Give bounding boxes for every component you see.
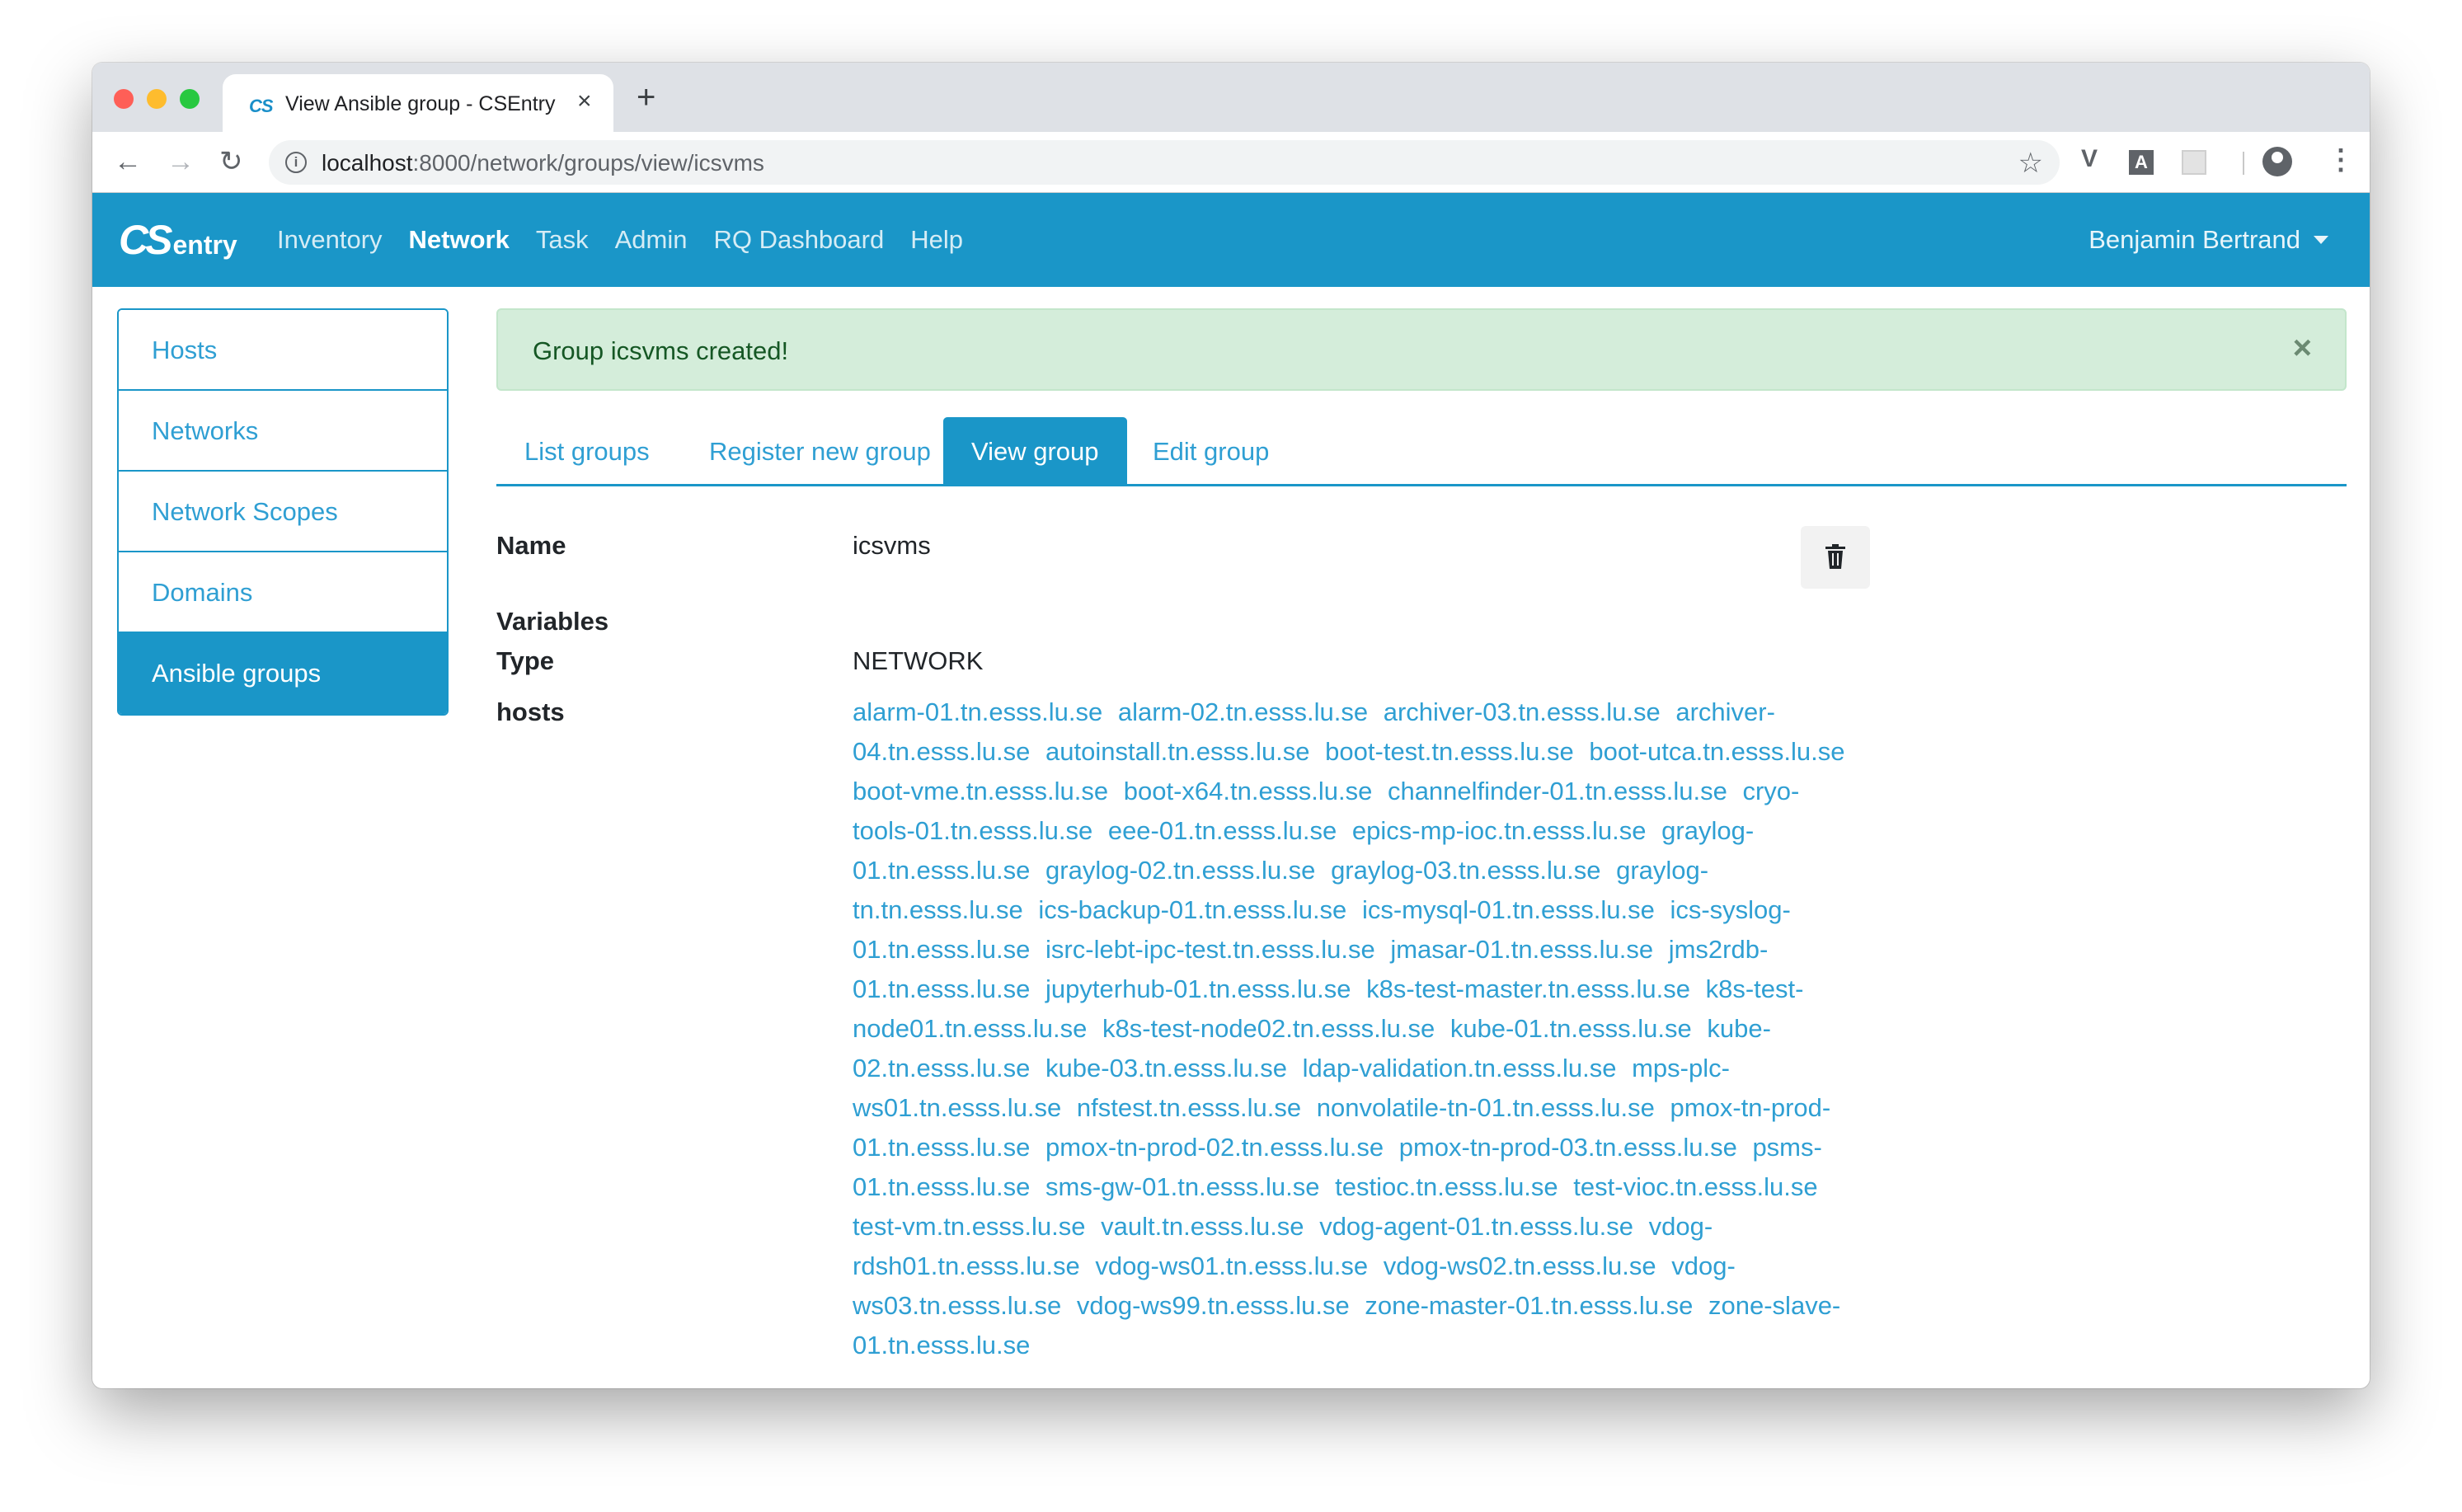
user-menu[interactable]: Benjamin Bertrand <box>2088 193 2328 287</box>
host-link[interactable]: vdog-ws01.tn.esss.lu.se <box>1095 1251 1368 1280</box>
extension-a-icon[interactable]: A <box>2129 150 2154 175</box>
host-link[interactable]: eee-01.tn.esss.lu.se <box>1108 816 1337 845</box>
new-tab-button[interactable]: + <box>637 81 655 114</box>
tab-strip: CS View Ansible group - CSEntry × + <box>92 63 2370 132</box>
variables-label: Variables <box>496 607 609 636</box>
delete-button[interactable] <box>1801 526 1870 589</box>
nav-inventory[interactable]: Inventory <box>277 225 383 255</box>
csentry-favicon-icon: CS <box>249 96 274 116</box>
chevron-down-icon <box>2314 236 2328 244</box>
host-link[interactable]: k8s-test-master.tn.esss.lu.se <box>1366 974 1690 1003</box>
host-link[interactable]: jupyterhub-01.tn.esss.lu.se <box>1045 974 1351 1003</box>
name-label: Name <box>496 531 566 560</box>
maximize-window-button[interactable] <box>180 89 200 109</box>
nav-links: Inventory Network Task Admin RQ Dashboar… <box>277 193 989 287</box>
browser-window: CS View Ansible group - CSEntry × + ← → … <box>92 63 2370 1388</box>
nav-admin[interactable]: Admin <box>615 225 688 255</box>
alert-close-icon[interactable]: × <box>2293 330 2312 366</box>
host-link[interactable]: test-vioc.tn.esss.lu.se <box>1573 1172 1817 1201</box>
tab-register-new-group[interactable]: Register new group <box>709 417 931 486</box>
close-window-button[interactable] <box>114 89 134 109</box>
host-link[interactable]: boot-utca.tn.esss.lu.se <box>1589 737 1844 766</box>
host-link[interactable]: nonvolatile-tn-01.tn.esss.lu.se <box>1317 1093 1655 1122</box>
host-link[interactable]: boot-vme.tn.esss.lu.se <box>853 777 1108 805</box>
host-link[interactable]: sms-gw-01.tn.esss.lu.se <box>1045 1172 1320 1201</box>
nav-rq-dashboard[interactable]: RQ Dashboard <box>713 225 884 255</box>
host-link[interactable]: ics-mysql-01.tn.esss.lu.se <box>1362 895 1655 924</box>
host-link[interactable]: ics-backup-01.tn.esss.lu.se <box>1038 895 1346 924</box>
host-link[interactable]: vault.tn.esss.lu.se <box>1101 1212 1304 1241</box>
minimize-window-button[interactable] <box>147 89 167 109</box>
browser-toolbar: ← → ↻ i localhost:8000/network/groups/vi… <box>92 132 2370 193</box>
alert-message: Group icsvms created! <box>533 336 789 365</box>
profile-icon[interactable] <box>2262 147 2292 176</box>
sidebar: Hosts Networks Network Scopes Domains An… <box>117 308 449 716</box>
host-link[interactable]: pmox-tn-prod-03.tn.esss.lu.se <box>1399 1133 1737 1162</box>
app-navbar: CS entry Inventory Network Task Admin RQ … <box>92 193 2370 287</box>
bookmark-star-icon[interactable]: ☆ <box>2018 147 2043 180</box>
nav-help[interactable]: Help <box>910 225 963 255</box>
success-alert: Group icsvms created! × <box>496 308 2347 391</box>
host-link[interactable]: graylog-03.tn.esss.lu.se <box>1331 856 1600 885</box>
sidebar-item-networks[interactable]: Networks <box>119 391 447 472</box>
extension-v-icon[interactable]: V <box>2081 145 2098 178</box>
hosts-label: hosts <box>496 697 565 726</box>
host-link[interactable]: jmasar-01.tn.esss.lu.se <box>1390 935 1653 964</box>
host-link[interactable]: kube-03.tn.esss.lu.se <box>1045 1054 1287 1082</box>
host-link[interactable]: archiver-03.tn.esss.lu.se <box>1384 697 1661 726</box>
hosts-list: alarm-01.tn.esss.lu.se alarm-02.tn.esss.… <box>853 693 1860 1365</box>
user-name: Benjamin Bertrand <box>2088 225 2300 254</box>
host-link[interactable]: test-vm.tn.esss.lu.se <box>853 1212 1086 1241</box>
sidebar-item-domains[interactable]: Domains <box>119 552 447 633</box>
tab-list-groups[interactable]: List groups <box>524 417 650 486</box>
tab-view-group[interactable]: View group <box>943 417 1127 486</box>
browser-tab[interactable]: CS View Ansible group - CSEntry × <box>223 74 613 132</box>
tab-edit-group[interactable]: Edit group <box>1153 417 1269 486</box>
host-link[interactable]: channelfinder-01.tn.esss.lu.se <box>1388 777 1727 805</box>
csentry-logo[interactable]: CS entry <box>119 216 237 264</box>
host-link[interactable]: kube-01.tn.esss.lu.se <box>1450 1014 1692 1043</box>
host-link[interactable]: zone-master-01.tn.esss.lu.se <box>1365 1291 1693 1320</box>
toolbar-divider <box>2243 152 2244 175</box>
back-arrow-icon[interactable]: ← <box>114 145 142 178</box>
host-link[interactable]: alarm-02.tn.esss.lu.se <box>1118 697 1368 726</box>
host-link[interactable]: ldap-validation.tn.esss.lu.se <box>1303 1054 1617 1082</box>
extension-grid-icon[interactable] <box>2182 150 2206 175</box>
host-link[interactable]: vdog-agent-01.tn.esss.lu.se <box>1319 1212 1633 1241</box>
host-link[interactable]: isrc-lebt-ipc-test.tn.esss.lu.se <box>1045 935 1375 964</box>
nav-network[interactable]: Network <box>409 225 510 255</box>
host-link[interactable]: testioc.tn.esss.lu.se <box>1335 1172 1558 1201</box>
host-link[interactable]: pmox-tn-prod-02.tn.esss.lu.se <box>1045 1133 1384 1162</box>
host-link[interactable]: nfstest.tn.esss.lu.se <box>1077 1093 1301 1122</box>
tab-close-icon[interactable]: × <box>577 89 592 114</box>
type-value: NETWORK <box>853 646 984 675</box>
group-tabs: List groups Register new group View grou… <box>496 417 2347 486</box>
trash-icon <box>1825 544 1845 569</box>
sidebar-item-ansible-groups[interactable]: Ansible groups <box>119 633 447 714</box>
browser-menu-icon[interactable]: ⋮ <box>2327 142 2355 178</box>
host-link[interactable]: autoinstall.tn.esss.lu.se <box>1045 737 1310 766</box>
reload-icon[interactable]: ↻ <box>219 145 243 178</box>
host-link[interactable]: graylog-02.tn.esss.lu.se <box>1045 856 1315 885</box>
name-value: icsvms <box>853 531 931 560</box>
nav-task[interactable]: Task <box>536 225 589 255</box>
sidebar-item-network-scopes[interactable]: Network Scopes <box>119 472 447 552</box>
host-link[interactable]: epics-mp-ioc.tn.esss.lu.se <box>1352 816 1647 845</box>
host-link[interactable]: boot-x64.tn.esss.lu.se <box>1124 777 1373 805</box>
address-bar[interactable]: i localhost:8000/network/groups/view/ics… <box>269 140 2060 185</box>
host-link[interactable]: vdog-ws02.tn.esss.lu.se <box>1384 1251 1656 1280</box>
host-link[interactable]: k8s-test-node02.tn.esss.lu.se <box>1102 1014 1435 1043</box>
info-icon[interactable]: i <box>285 152 307 173</box>
tab-title: View Ansible group - CSEntry <box>285 92 556 115</box>
url-text[interactable]: localhost:8000/network/groups/view/icsvm… <box>322 150 764 176</box>
host-link[interactable]: boot-test.tn.esss.lu.se <box>1325 737 1574 766</box>
type-label: Type <box>496 646 555 675</box>
sidebar-item-hosts[interactable]: Hosts <box>119 310 447 391</box>
host-link[interactable]: alarm-01.tn.esss.lu.se <box>853 697 1102 726</box>
host-link[interactable]: vdog-ws99.tn.esss.lu.se <box>1077 1291 1350 1320</box>
forward-arrow-icon[interactable]: → <box>167 145 195 178</box>
